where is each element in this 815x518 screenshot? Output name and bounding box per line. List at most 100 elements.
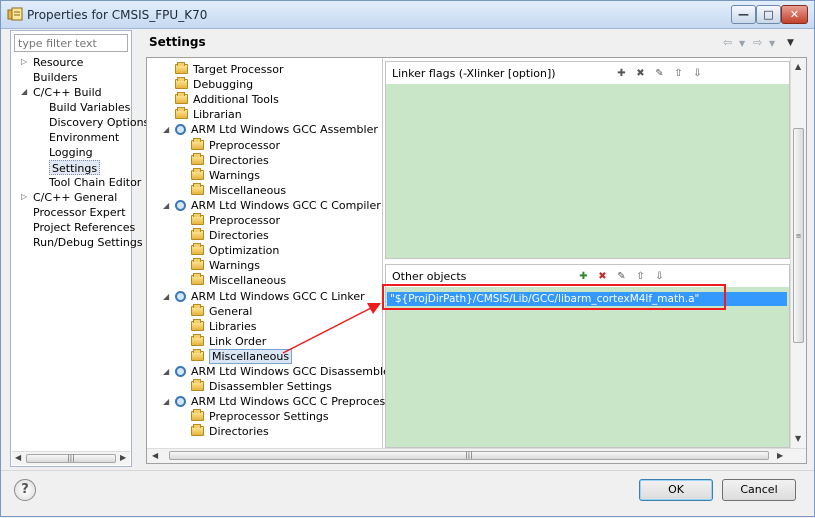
filter-input[interactable] [14, 34, 128, 52]
add-icon[interactable]: ✚ [577, 270, 590, 283]
tree-item[interactable]: Miscellaneous [191, 273, 286, 288]
tree-item[interactable]: Directories [191, 424, 269, 439]
nav-item-processor-expert[interactable]: Processor Expert [33, 205, 126, 220]
nav-item-build-variables[interactable]: Build Variables [49, 100, 130, 115]
tree-item[interactable]: Additional Tools [175, 92, 279, 107]
tree-item[interactable]: Debugging [175, 77, 253, 92]
collapse-icon[interactable]: ◢ [21, 87, 27, 96]
folder-icon [191, 303, 204, 316]
cancel-button[interactable]: Cancel [722, 479, 796, 501]
nav-item-discovery-options[interactable]: Discovery Options [49, 115, 149, 130]
scroll-down-icon[interactable]: ▼ [795, 434, 801, 443]
collapse-icon[interactable]: ◢ [163, 397, 169, 406]
scroll-right-icon[interactable]: ▶ [120, 453, 126, 462]
close-icon: ✕ [789, 8, 800, 21]
close-button[interactable]: ✕ [781, 5, 808, 24]
tree-item[interactable]: Target Processor [175, 62, 284, 77]
add-icon[interactable]: ✚ [615, 67, 628, 80]
collapse-icon[interactable]: ◢ [163, 201, 169, 210]
tree-item-label: ARM Ltd Windows GCC C Compiler [191, 198, 381, 212]
forward-arrow-icon[interactable]: ⇨ [753, 36, 762, 49]
nav-item-project-references[interactable]: Project References [33, 220, 135, 235]
tree-item[interactable]: Warnings [191, 258, 260, 273]
nav-item-c-c-build[interactable]: C/C++ Build [33, 85, 102, 100]
back-dropdown-icon[interactable]: ▼ [739, 39, 745, 48]
tree-item[interactable]: Warnings [191, 167, 260, 183]
delete-icon[interactable]: ✖ [634, 67, 647, 80]
scroll-thumb[interactable]: ≡ [793, 128, 804, 343]
view-menu-icon[interactable]: ▼ [787, 38, 794, 48]
tree-item[interactable]: Librarian [175, 107, 242, 122]
expand-icon[interactable]: ▷ [21, 192, 27, 201]
tree-item[interactable]: ARM Ltd Windows GCC Disassembler [175, 364, 394, 379]
nav-item-settings[interactable]: Settings [49, 160, 101, 175]
tree-item[interactable]: Preprocessor [191, 137, 280, 153]
collapse-icon[interactable]: ◢ [163, 125, 169, 134]
nav-item-tool-chain-editor[interactable]: Tool Chain Editor [49, 175, 141, 190]
tree-item[interactable]: ARM Ltd Windows GCC C Linker [175, 289, 365, 304]
collapse-icon[interactable]: ◢ [163, 292, 169, 301]
move-down-icon[interactable]: ⇩ [691, 67, 704, 80]
window-title: Properties for CMSIS_FPU_K70 [27, 8, 208, 22]
scroll-left-icon[interactable]: ◀ [15, 453, 21, 462]
nav-item-resource[interactable]: Resource [33, 55, 83, 70]
move-down-icon[interactable]: ⇩ [653, 270, 666, 283]
move-up-icon[interactable]: ⇧ [672, 67, 685, 80]
nav-item-logging[interactable]: Logging [49, 145, 93, 160]
folder-icon [175, 77, 188, 90]
tree-item[interactable]: Preprocessor Settings [191, 409, 329, 424]
settings-vertical-scrollbar[interactable]: ▲ ≡ ▼ [790, 58, 806, 448]
nav-item-environment[interactable]: Environment [49, 130, 119, 145]
tree-item[interactable]: General [191, 303, 252, 319]
edit-icon[interactable]: ✎ [615, 270, 628, 283]
folder-icon [191, 182, 204, 195]
gear-icon [175, 366, 186, 377]
move-up-icon[interactable]: ⇧ [634, 270, 647, 283]
ok-button[interactable]: OK [639, 479, 713, 501]
tree-item[interactable]: ARM Ltd Windows GCC C Compiler [175, 198, 381, 213]
tree-item-label: Directories [209, 229, 269, 243]
edit-icon[interactable]: ✎ [653, 67, 666, 80]
tree-item-label: Preprocessor Settings [209, 410, 329, 424]
folder-icon [191, 348, 204, 361]
scroll-left-icon[interactable]: ◀ [152, 451, 158, 460]
nav-horizontal-scrollbar[interactable]: ◀ ||| ▶ [12, 451, 130, 465]
scroll-up-icon[interactable]: ▲ [795, 62, 801, 71]
tree-item[interactable]: Directories [191, 152, 269, 168]
minimize-button[interactable]: — [731, 5, 756, 24]
gear-icon [175, 199, 186, 211]
help-button[interactable]: ? [14, 479, 36, 501]
tree-item[interactable]: Libraries [191, 318, 257, 334]
eclipse-app-icon [7, 7, 23, 21]
tree-item-label: Target Processor [193, 63, 284, 76]
tree-item[interactable]: Miscellaneous [191, 182, 286, 198]
tree-item[interactable]: Optimization [191, 243, 279, 258]
other-objects-list[interactable]: "${ProjDirPath}/CMSIS/Lib/GCC/libarm_cor… [386, 287, 789, 447]
tool-settings-tree: Target Processor Debugging Additional Tool… [147, 58, 402, 448]
highlight-annotation [382, 284, 726, 310]
tree-item[interactable]: ARM Ltd Windows GCC Assembler [175, 122, 378, 137]
collapse-icon[interactable]: ◢ [163, 367, 169, 376]
linker-flags-list[interactable] [386, 84, 789, 258]
expand-icon[interactable]: ▷ [21, 57, 27, 66]
scroll-thumb[interactable]: ||| [26, 454, 116, 463]
delete-icon[interactable]: ✖ [596, 270, 609, 283]
nav-item-builders[interactable]: Builders [33, 70, 78, 85]
back-arrow-icon[interactable]: ⇦ [723, 36, 732, 49]
tree-item[interactable]: Directories [191, 228, 269, 243]
maximize-button[interactable]: □ [756, 5, 781, 24]
tree-item-label: ARM Ltd Windows GCC C Linker [191, 289, 365, 303]
tree-item[interactable]: Miscellaneous [191, 348, 293, 364]
tree-item[interactable]: ARM Ltd Windows GCC C Preprocessor [175, 394, 402, 409]
folder-icon [191, 258, 204, 271]
settings-horizontal-scrollbar[interactable]: ◀ ||| ▶ [147, 448, 806, 463]
scroll-right-icon[interactable]: ▶ [777, 451, 783, 460]
scroll-thumb[interactable]: ||| [169, 451, 769, 460]
nav-item-run-debug-settings[interactable]: Run/Debug Settings [33, 235, 143, 250]
forward-dropdown-icon[interactable]: ▼ [769, 39, 775, 48]
tree-item[interactable]: Disassembler Settings [191, 379, 332, 394]
minimize-icon: — [738, 8, 749, 21]
nav-item-c-c-general[interactable]: C/C++ General [33, 190, 117, 205]
tree-item[interactable]: Preprocessor [191, 213, 280, 228]
tree-item[interactable]: Link Order [191, 333, 266, 349]
